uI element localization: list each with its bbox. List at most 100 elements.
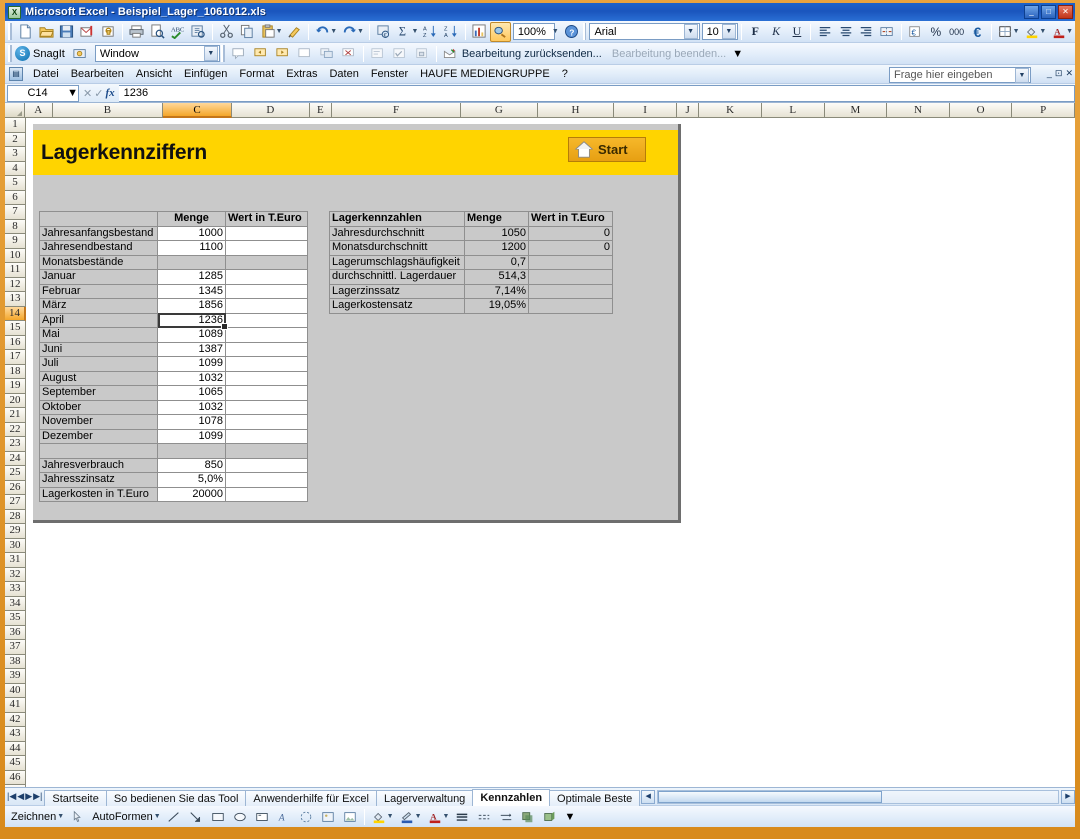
row-header-13[interactable]: 13 <box>5 292 26 307</box>
horizontal-scrollbar[interactable] <box>657 789 1059 804</box>
row-value-cell[interactable] <box>225 341 308 357</box>
accept-reject-icon[interactable] <box>389 44 411 64</box>
column-header-G[interactable]: G <box>461 103 538 118</box>
delete-comment-icon[interactable] <box>338 44 360 64</box>
ask-dropdown-arrow[interactable]: ▼ <box>1015 67 1029 83</box>
align-center-icon[interactable] <box>835 22 856 42</box>
zoom-combo[interactable]: 100% <box>512 23 555 40</box>
doc-minimize-button[interactable]: _ <box>1047 68 1052 79</box>
table-row[interactable] <box>39 443 308 459</box>
protect-sheet-icon[interactable] <box>411 44 433 64</box>
row-header-17[interactable]: 17 <box>5 350 26 365</box>
spelling-icon[interactable]: ABC <box>168 22 189 42</box>
table-row[interactable]: Jahresverbrauch 850 <box>39 457 308 473</box>
table-row[interactable]: April 1236 <box>39 312 308 330</box>
row-header-4[interactable]: 4 <box>5 161 26 176</box>
row-value-cell[interactable] <box>225 240 308 256</box>
ratio-quantity-cell[interactable]: 1050 <box>464 225 529 241</box>
menu-format[interactable]: Format <box>233 66 280 82</box>
column-header-F[interactable]: F <box>332 103 462 118</box>
sheet-tab-optimale-beste[interactable]: Optimale Beste <box>549 789 641 806</box>
row-quantity-cell[interactable]: 1078 <box>157 414 226 430</box>
column-header-N[interactable]: N <box>887 103 950 118</box>
row-header-18[interactable]: 18 <box>5 364 26 379</box>
row-value-cell[interactable] <box>225 327 308 343</box>
sheet-tab-lagerverwaltung[interactable]: Lagerverwaltung <box>375 789 474 806</box>
show-comment-icon[interactable] <box>294 44 316 64</box>
row-quantity-cell[interactable]: 1032 <box>157 399 226 415</box>
send-for-review-icon[interactable] <box>440 44 462 64</box>
row-header-31[interactable]: 31 <box>5 553 26 568</box>
snagit-capture-icon[interactable] <box>69 44 91 64</box>
table-row[interactable]: Monatsbestände <box>39 254 308 270</box>
row-header-12[interactable]: 12 <box>5 277 26 292</box>
column-header-P[interactable]: P <box>1012 103 1075 118</box>
sheet-tab-so-bedienen-sie-das-tool[interactable]: So bedienen Sie das Tool <box>105 789 247 806</box>
row-value-cell[interactable] <box>225 225 308 241</box>
row-quantity-cell[interactable]: 5,0% <box>157 472 226 488</box>
row-header-5[interactable]: 5 <box>5 176 26 191</box>
autoshapes-menu-button[interactable]: AutoFormen <box>88 811 157 823</box>
row-header-16[interactable]: 16 <box>5 335 26 350</box>
ratio-value-cell[interactable] <box>528 254 613 270</box>
row-quantity-cell[interactable]: 1065 <box>157 385 226 401</box>
row-value-cell[interactable] <box>225 428 308 444</box>
row-header-33[interactable]: 33 <box>5 582 26 597</box>
restore-button[interactable]: □ <box>1041 5 1056 19</box>
row-header-24[interactable]: 24 <box>5 451 26 466</box>
table-row[interactable]: Lagerkosten in T.Euro 20000 <box>39 486 308 502</box>
row-header-40[interactable]: 40 <box>5 683 26 698</box>
menu-fenster[interactable]: Fenster <box>365 66 414 82</box>
font-size-combo[interactable]: 10 ▼ <box>701 23 738 40</box>
draw-menu-arrow[interactable]: ▼ <box>57 813 64 820</box>
column-header-A[interactable]: A <box>24 103 53 118</box>
open-icon[interactable] <box>36 22 57 42</box>
table-row[interactable]: Februar 1345 <box>39 283 308 299</box>
column-header-B[interactable]: B <box>52 103 163 118</box>
row-header-6[interactable]: 6 <box>5 190 26 205</box>
prev-comment-icon[interactable] <box>250 44 272 64</box>
line-color-icon[interactable] <box>396 807 418 827</box>
row-header-47[interactable]: 47 <box>5 785 26 787</box>
bold-button[interactable]: F <box>745 22 766 42</box>
euro-style-button[interactable]: € <box>967 22 988 42</box>
name-box[interactable]: C14 ▼ <box>7 84 79 102</box>
ratio-quantity-cell[interactable]: 1200 <box>464 240 529 256</box>
ratio-value-cell[interactable] <box>528 283 613 299</box>
column-header-J[interactable]: J <box>676 103 700 118</box>
sheet-tab-startseite[interactable]: Startseite <box>44 789 107 806</box>
row-header-42[interactable]: 42 <box>5 712 26 727</box>
sort-ascending-icon[interactable]: AZ <box>420 22 441 42</box>
cell-area[interactable]: Lagerkennziffern Start Menge Wert in T.Eu… <box>26 118 1075 787</box>
column-header-O[interactable]: O <box>949 103 1013 118</box>
name-box-dropdown-arrow[interactable]: ▼ <box>67 87 78 99</box>
column-header-C[interactable]: C <box>162 103 233 118</box>
menu-einfuegen[interactable]: Einfügen <box>178 66 233 82</box>
3d-icon[interactable] <box>539 807 561 827</box>
save-icon[interactable] <box>57 22 78 42</box>
menu-daten[interactable]: Daten <box>323 66 364 82</box>
column-header-I[interactable]: I <box>614 103 677 118</box>
row-header-20[interactable]: 20 <box>5 393 26 408</box>
table-row[interactable]: Lagerkostensatz 19,05% <box>329 298 613 314</box>
italic-button[interactable]: K <box>766 22 787 42</box>
oval-icon[interactable] <box>229 807 251 827</box>
ratio-quantity-cell[interactable]: 514,3 <box>464 269 529 285</box>
table-row[interactable]: Jahresdurchschnitt 1050 0 <box>329 225 613 241</box>
snagit-grip[interactable] <box>8 45 12 62</box>
autosum-icon[interactable]: Σ <box>394 22 415 42</box>
row-value-cell[interactable] <box>225 385 308 401</box>
row-value-cell[interactable] <box>225 486 308 502</box>
hscroll-track[interactable] <box>657 789 1059 804</box>
permission-icon[interactable] <box>98 22 119 42</box>
picture-icon[interactable] <box>339 807 361 827</box>
row-header-19[interactable]: 19 <box>5 379 26 394</box>
row-quantity-cell[interactable]: 1000 <box>157 225 226 241</box>
row-quantity-cell[interactable]: 20000 <box>157 486 226 502</box>
align-right-icon[interactable] <box>856 22 877 42</box>
column-header-K[interactable]: K <box>699 103 762 118</box>
row-header-35[interactable]: 35 <box>5 611 26 626</box>
table-row[interactable]: Mai 1089 <box>39 327 308 343</box>
hscroll-right-button[interactable]: ▶ <box>1061 789 1075 804</box>
zoom-dropdown-arrow[interactable]: ▼ <box>552 28 559 35</box>
